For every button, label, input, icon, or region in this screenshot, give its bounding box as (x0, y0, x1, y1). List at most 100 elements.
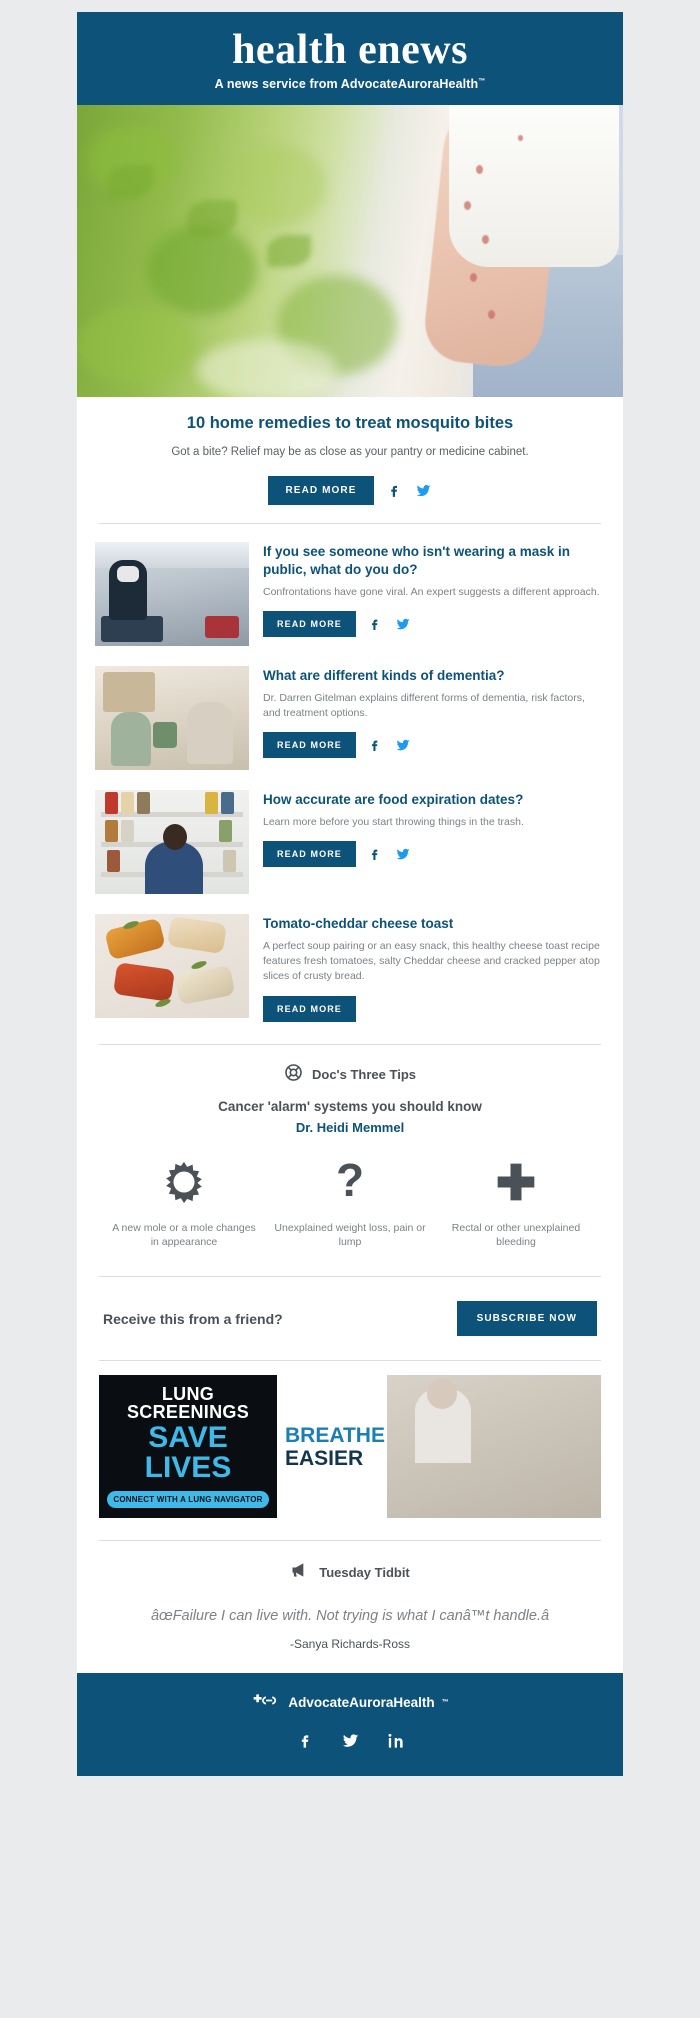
lead-story-title[interactable]: 10 home remedies to treat mosquito bites (103, 413, 597, 434)
tidbit-label: Tuesday Tidbit (319, 1565, 410, 1581)
ad-left-line2: SAVE LIVES (144, 1421, 232, 1485)
doc-tips-subtitle: Cancer 'alarm' systems you should know (218, 1098, 482, 1114)
tidbit-author: -Sanya Richards-Ross (289, 1637, 411, 1652)
article-description: Confrontations have gone viral. An exper… (263, 585, 600, 598)
divider (99, 1276, 601, 1278)
article-actions: READ MORE (263, 732, 605, 759)
divider (99, 523, 601, 525)
doc-tips-label: Doc's Three Tips (312, 1067, 416, 1083)
article-body: How accurate are food expiration dates? … (263, 790, 605, 894)
article-thumbnail[interactable] (95, 790, 249, 895)
mole-sunburst-icon (107, 1155, 261, 1209)
divider (99, 1540, 601, 1542)
read-more-button[interactable]: READ MORE (263, 611, 356, 638)
doc-tip-caption: A new mole or a mole changes in appearan… (112, 1221, 256, 1249)
article-description: Dr. Darren Gitelman explains different f… (263, 692, 585, 720)
facebook-icon[interactable] (296, 1731, 315, 1750)
article-list: If you see someone who isn't wearing a m… (77, 532, 623, 1035)
ad-photo[interactable] (387, 1375, 601, 1519)
footer-brand-text: AdvocateAuroraHealth (288, 1694, 435, 1710)
facebook-icon[interactable] (386, 482, 403, 499)
lead-story-description: Got a bite? Relief may be as close as yo… (171, 445, 529, 458)
doc-tip-item: ? Unexplained weight loss, pain or lump (267, 1155, 433, 1250)
article-actions: READ MORE (263, 611, 605, 638)
article-row: If you see someone who isn't wearing a m… (77, 532, 623, 656)
ad-lung-screenings[interactable]: LUNG SCREENINGS SAVE LIVES CONNECT WITH … (99, 1375, 277, 1519)
tidbit-section: Tuesday Tidbit âœFailure I can live with… (77, 1549, 623, 1673)
megaphone-icon (290, 1561, 310, 1584)
ad-right-line1: BREATHE (285, 1423, 385, 1447)
article-title[interactable]: What are different kinds of dementia? (263, 667, 605, 685)
read-more-button[interactable]: READ MORE (268, 476, 374, 506)
read-more-button[interactable]: READ MORE (263, 995, 356, 1022)
read-more-button[interactable]: READ MORE (263, 841, 356, 868)
ad-left-line1: LUNG SCREENINGS (126, 1384, 250, 1423)
masthead: health enews A news service from Advocat… (77, 12, 623, 106)
article-body: Tomato-cheddar cheese toast A perfect so… (263, 914, 605, 1022)
masthead-brand: AdvocateAuroraHealth (340, 77, 479, 92)
doc-tip-item: A new mole or a mole changes in appearan… (101, 1155, 267, 1250)
lead-story: 10 home remedies to treat mosquito bites… (77, 397, 623, 506)
article-title[interactable]: Tomato-cheddar cheese toast (263, 915, 605, 933)
article-thumbnail[interactable] (95, 666, 249, 771)
masthead-title: health enews (232, 27, 468, 73)
article-description: A perfect soup pairing or an easy snack,… (263, 940, 600, 983)
ad-breathe-easier[interactable]: BREATHE EASIER (277, 1375, 387, 1519)
email-container: health enews A news service from Advocat… (77, 12, 623, 1777)
footer-brand: AdvocateAuroraHealth ™ (77, 1693, 623, 1711)
twitter-icon[interactable] (395, 846, 412, 863)
lifebuoy-icon (284, 1063, 303, 1087)
doc-tip-caption: Unexplained weight loss, pain or lump (274, 1221, 426, 1249)
article-title[interactable]: How accurate are food expiration dates? (263, 791, 605, 809)
masthead-subtitle-prefix: A news service from (214, 77, 341, 92)
subscribe-section: Receive this from a friend? SUBSCRIBE NO… (77, 1285, 623, 1352)
tidbit-header: Tuesday Tidbit (107, 1561, 593, 1584)
article-row: What are different kinds of dementia? Dr… (77, 656, 623, 780)
twitter-icon[interactable] (395, 737, 412, 754)
footer: AdvocateAuroraHealth ™ (77, 1673, 623, 1777)
facebook-icon[interactable] (367, 737, 384, 754)
doc-tips-grid: A new mole or a mole changes in appearan… (101, 1155, 599, 1250)
svg-text:?: ? (336, 1158, 364, 1206)
ad-banner: LUNG SCREENINGS SAVE LIVES CONNECT WITH … (77, 1369, 623, 1532)
article-row: How accurate are food expiration dates? … (77, 780, 623, 904)
divider (99, 1043, 601, 1045)
footer-trademark: ™ (441, 1698, 449, 1706)
article-body: If you see someone who isn't wearing a m… (263, 542, 605, 646)
twitter-icon[interactable] (341, 1731, 360, 1750)
doc-tip-caption: Rectal or other unexplained bleeding (451, 1221, 581, 1249)
masthead-subtitle: A news service from AdvocateAuroraHealth… (77, 77, 623, 91)
tidbit-quote: âœFailure I can live with. Not trying is… (150, 1608, 550, 1625)
masthead-trademark: ™ (478, 77, 486, 85)
article-row: Tomato-cheddar cheese toast A perfect so… (77, 904, 623, 1031)
article-body: What are different kinds of dementia? Dr… (263, 666, 605, 770)
article-thumbnail[interactable] (95, 542, 249, 647)
doc-tips-section: Doc's Three Tips Cancer 'alarm' systems … (77, 1053, 623, 1268)
lead-story-actions: READ MORE (103, 476, 597, 506)
read-more-button[interactable]: READ MORE (263, 732, 356, 759)
hero-image[interactable] (77, 105, 623, 398)
twitter-icon[interactable] (395, 616, 412, 633)
facebook-icon[interactable] (367, 846, 384, 863)
article-title[interactable]: If you see someone who isn't wearing a m… (263, 543, 605, 579)
twitter-icon[interactable] (415, 482, 432, 499)
article-actions: READ MORE (263, 995, 605, 1022)
divider (99, 1360, 601, 1362)
subscribe-prompt: Receive this from a friend? (103, 1310, 283, 1327)
footer-social-links (77, 1731, 623, 1750)
article-actions: READ MORE (263, 841, 605, 868)
ad-right-line2: EASIER (285, 1446, 364, 1470)
plus-cross-icon (439, 1155, 593, 1209)
question-mark-icon: ? (273, 1155, 427, 1209)
doc-tip-item: Rectal or other unexplained bleeding (433, 1155, 599, 1250)
subscribe-now-button[interactable]: SUBSCRIBE NOW (456, 1301, 597, 1337)
email-page: health enews A news service from Advocat… (0, 0, 700, 2018)
article-description: Learn more before you start throwing thi… (263, 816, 524, 829)
ad-left-cta[interactable]: CONNECT WITH A LUNG NAVIGATOR (107, 1491, 269, 1509)
doc-tips-header: Doc's Three Tips (101, 1063, 599, 1087)
facebook-icon[interactable] (367, 616, 384, 633)
linkedin-icon[interactable] (386, 1731, 405, 1750)
doc-tips-doctor[interactable]: Dr. Heidi Memmel (101, 1120, 599, 1135)
article-thumbnail[interactable] (95, 914, 249, 1019)
advocate-aurora-logo-icon (251, 1693, 281, 1711)
